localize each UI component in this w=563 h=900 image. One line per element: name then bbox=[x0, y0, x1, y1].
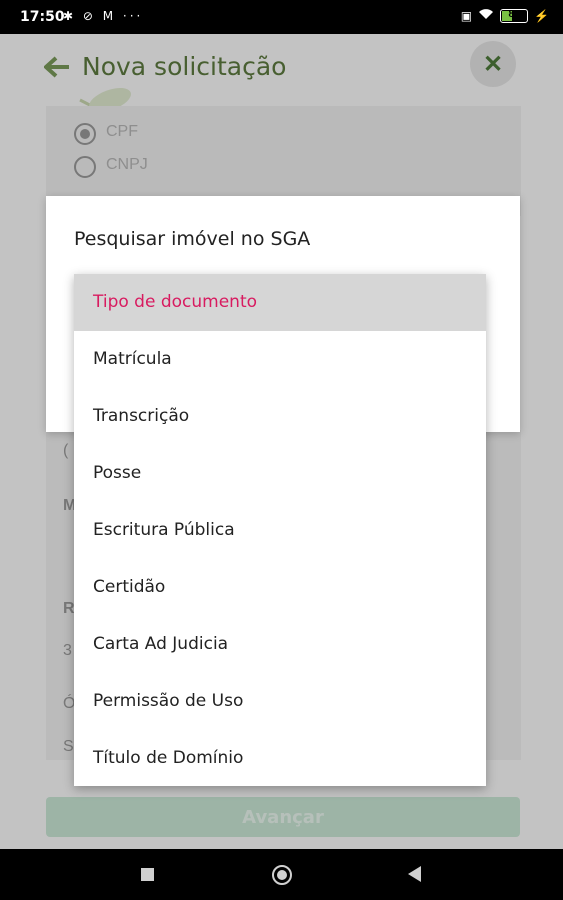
dropdown-option-tipo-de-documento[interactable]: Tipo de documento bbox=[74, 274, 486, 331]
dropdown-option-posse[interactable]: Posse bbox=[74, 445, 486, 502]
status-time: 17:50 bbox=[20, 9, 65, 25]
system-icons: ▣ 82 ⚡ bbox=[461, 8, 549, 23]
dropdown-option-certidao[interactable]: Certidão bbox=[74, 558, 486, 615]
dropdown-option-transcricao[interactable]: Transcrição bbox=[74, 388, 486, 445]
back-triangle-icon[interactable] bbox=[408, 866, 421, 882]
recents-icon[interactable] bbox=[141, 868, 154, 881]
home-icon[interactable] bbox=[272, 865, 292, 885]
status-bar: 17:50 ✱ ⊘ M ··· ▣ 82 ⚡ bbox=[0, 0, 563, 34]
wifi-icon bbox=[478, 8, 494, 23]
system-nav-bar bbox=[0, 849, 563, 900]
dropdown-option-permissao-de-uso[interactable]: Permissão de Uso bbox=[74, 672, 486, 729]
screen-icon: ▣ bbox=[460, 8, 473, 23]
dropdown-option-escritura-publica[interactable]: Escritura Pública bbox=[74, 502, 486, 559]
document-type-dropdown: Tipo de documento Matrícula Transcrição … bbox=[74, 274, 486, 786]
dropdown-option-titulo-de-dominio[interactable]: Título de Domínio bbox=[74, 729, 486, 786]
dialog-title: Pesquisar imóvel no SGA bbox=[74, 228, 311, 250]
dropdown-option-carta-ad-judicia[interactable]: Carta Ad Judicia bbox=[74, 615, 486, 672]
charging-icon: ⚡ bbox=[534, 8, 549, 23]
notification-icons: ✱ ⊘ M ··· bbox=[63, 9, 144, 23]
dropdown-option-matricula[interactable]: Matrícula bbox=[74, 331, 486, 388]
battery-icon: 82 bbox=[500, 8, 529, 23]
